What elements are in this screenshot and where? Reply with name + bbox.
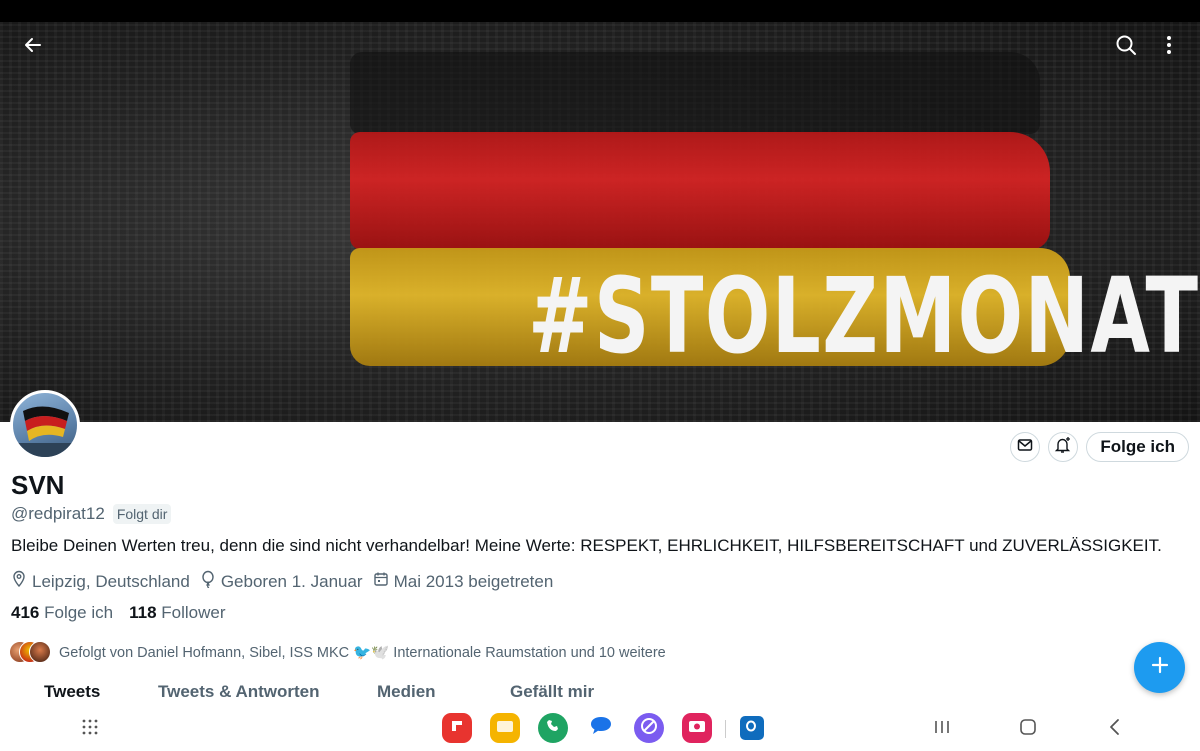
tab-tweets[interactable]: Tweets bbox=[44, 682, 100, 702]
handle-row: @redpirat12 Folgt dir bbox=[11, 504, 172, 524]
messages-icon bbox=[588, 714, 614, 743]
camera-app[interactable] bbox=[682, 713, 712, 743]
system-back-button[interactable] bbox=[1103, 717, 1127, 741]
internet-icon bbox=[640, 717, 658, 740]
tab-media[interactable]: Medien bbox=[377, 682, 436, 702]
followed-by-text: Gefolgt von Daniel Hofmann, Sibel, ISS M… bbox=[59, 644, 666, 661]
following-label: Folge ich bbox=[44, 603, 114, 622]
more-vert-icon bbox=[1166, 35, 1172, 60]
followed-by[interactable]: Gefolgt von Daniel Hofmann, Sibel, ISS M… bbox=[9, 641, 666, 663]
mail-icon bbox=[1017, 437, 1033, 458]
profile-name: SVN bbox=[11, 470, 65, 500]
flag-red-stripe bbox=[350, 132, 1050, 250]
dock-divider bbox=[725, 720, 726, 738]
search-button[interactable] bbox=[1111, 32, 1141, 62]
birthday-icon bbox=[200, 570, 216, 593]
phone-icon bbox=[545, 718, 561, 739]
profile-handle: @redpirat12 bbox=[11, 504, 105, 523]
mutual-avatar bbox=[29, 641, 51, 663]
notify-button[interactable] bbox=[1048, 432, 1079, 462]
tab-likes[interactable]: Gefällt mir bbox=[510, 682, 594, 702]
status-bar bbox=[0, 0, 1200, 22]
profile-stats: 416 Folge ich 118 Follower bbox=[11, 603, 226, 623]
profile-bio: Bleibe Deinen Werten treu, denn die sind… bbox=[11, 536, 1162, 555]
app-drawer-button[interactable] bbox=[78, 717, 102, 741]
joined-item: Mai 2013 beigetreten bbox=[373, 571, 554, 592]
internet-app[interactable] bbox=[634, 713, 664, 743]
flipboard-icon bbox=[449, 718, 465, 739]
joined-text: Mai 2013 beigetreten bbox=[393, 571, 554, 591]
back-icon bbox=[1108, 718, 1122, 741]
flipboard-app[interactable] bbox=[442, 713, 472, 743]
followers-stat[interactable]: 118 Follower bbox=[129, 603, 225, 623]
birthday-text: Geboren 1. Januar bbox=[220, 571, 363, 591]
profile-avatar[interactable] bbox=[10, 390, 80, 460]
outlook-app[interactable] bbox=[740, 716, 764, 740]
outlook-icon bbox=[745, 719, 759, 738]
recents-icon bbox=[933, 719, 951, 740]
followers-count: 118 bbox=[129, 603, 157, 622]
birthday-item: Geboren 1. Januar bbox=[200, 570, 363, 593]
messages-app[interactable] bbox=[586, 713, 616, 743]
following-count: 416 bbox=[11, 603, 40, 622]
phone-app[interactable] bbox=[538, 713, 568, 743]
home-button[interactable] bbox=[1016, 717, 1040, 741]
tab-tweets-replies[interactable]: Tweets & Antworten bbox=[158, 682, 320, 702]
plus-icon bbox=[1150, 655, 1170, 680]
back-arrow-icon bbox=[23, 35, 43, 60]
avatar-flag-image bbox=[13, 406, 77, 457]
following-stat[interactable]: 416 Folge ich bbox=[11, 603, 113, 623]
files-app[interactable] bbox=[490, 713, 520, 743]
location-text: Leipzig, Deutschland bbox=[32, 571, 190, 591]
profile-banner[interactable]: #STOLZMONAT bbox=[0, 22, 1200, 422]
profile-actions: Folge ich bbox=[1010, 432, 1189, 462]
calendar-icon bbox=[373, 571, 389, 592]
banner-hashtag: #STOLZMONAT bbox=[528, 255, 1200, 377]
profile-meta: Leipzig, Deutschland Geboren 1. Januar M… bbox=[11, 570, 563, 593]
follows-you-badge: Folgt dir bbox=[112, 504, 172, 524]
back-button[interactable] bbox=[18, 32, 48, 62]
location-item: Leipzig, Deutschland bbox=[11, 570, 190, 593]
profile-tabs: Tweets Tweets & Antworten Medien Gefällt… bbox=[0, 680, 1200, 706]
location-pin-icon bbox=[11, 570, 27, 593]
camera-icon bbox=[688, 718, 706, 739]
system-nav-bar bbox=[0, 706, 1200, 751]
follow-button[interactable]: Folge ich bbox=[1086, 432, 1189, 462]
followers-label: Follower bbox=[161, 603, 226, 622]
flag-black-stripe bbox=[350, 52, 1040, 134]
more-button[interactable] bbox=[1154, 32, 1184, 62]
home-icon bbox=[1019, 718, 1037, 741]
app-drawer-icon bbox=[81, 718, 99, 741]
bell-plus-icon bbox=[1054, 436, 1072, 459]
recents-button[interactable] bbox=[930, 717, 954, 741]
message-button[interactable] bbox=[1010, 432, 1041, 462]
files-icon bbox=[496, 719, 514, 738]
search-icon bbox=[1115, 34, 1137, 61]
mutual-avatars bbox=[9, 641, 51, 663]
